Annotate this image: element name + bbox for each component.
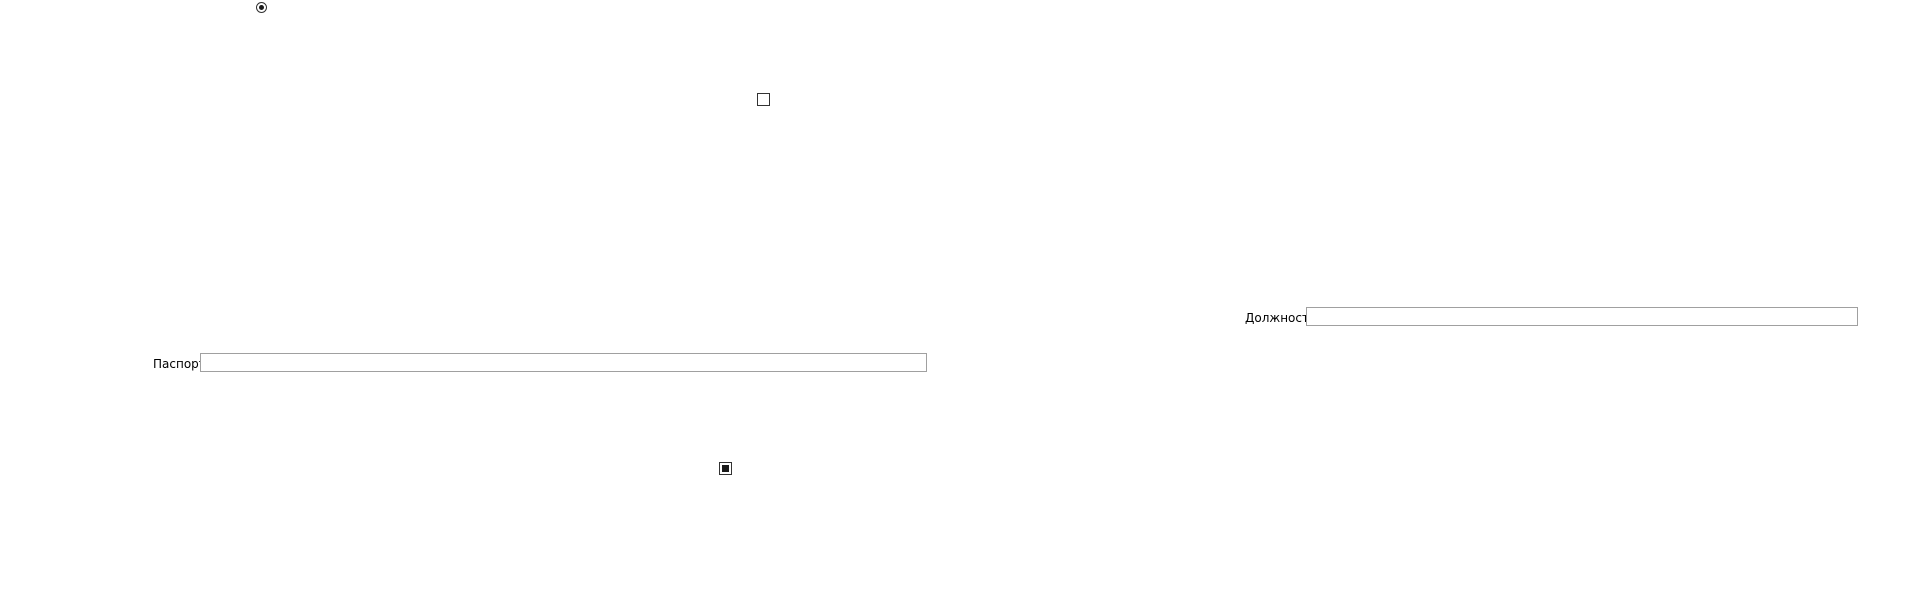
radio-selected-dot [259,5,264,10]
position-input[interactable] [1306,307,1858,326]
checkbox-unchecked[interactable] [757,93,770,106]
passport-label: Паспорт [153,357,206,371]
checkbox-indeterminate[interactable] [719,462,732,475]
checkbox-indeterminate-mark [722,465,729,472]
radio-button[interactable] [256,2,267,13]
passport-input[interactable] [200,353,927,372]
